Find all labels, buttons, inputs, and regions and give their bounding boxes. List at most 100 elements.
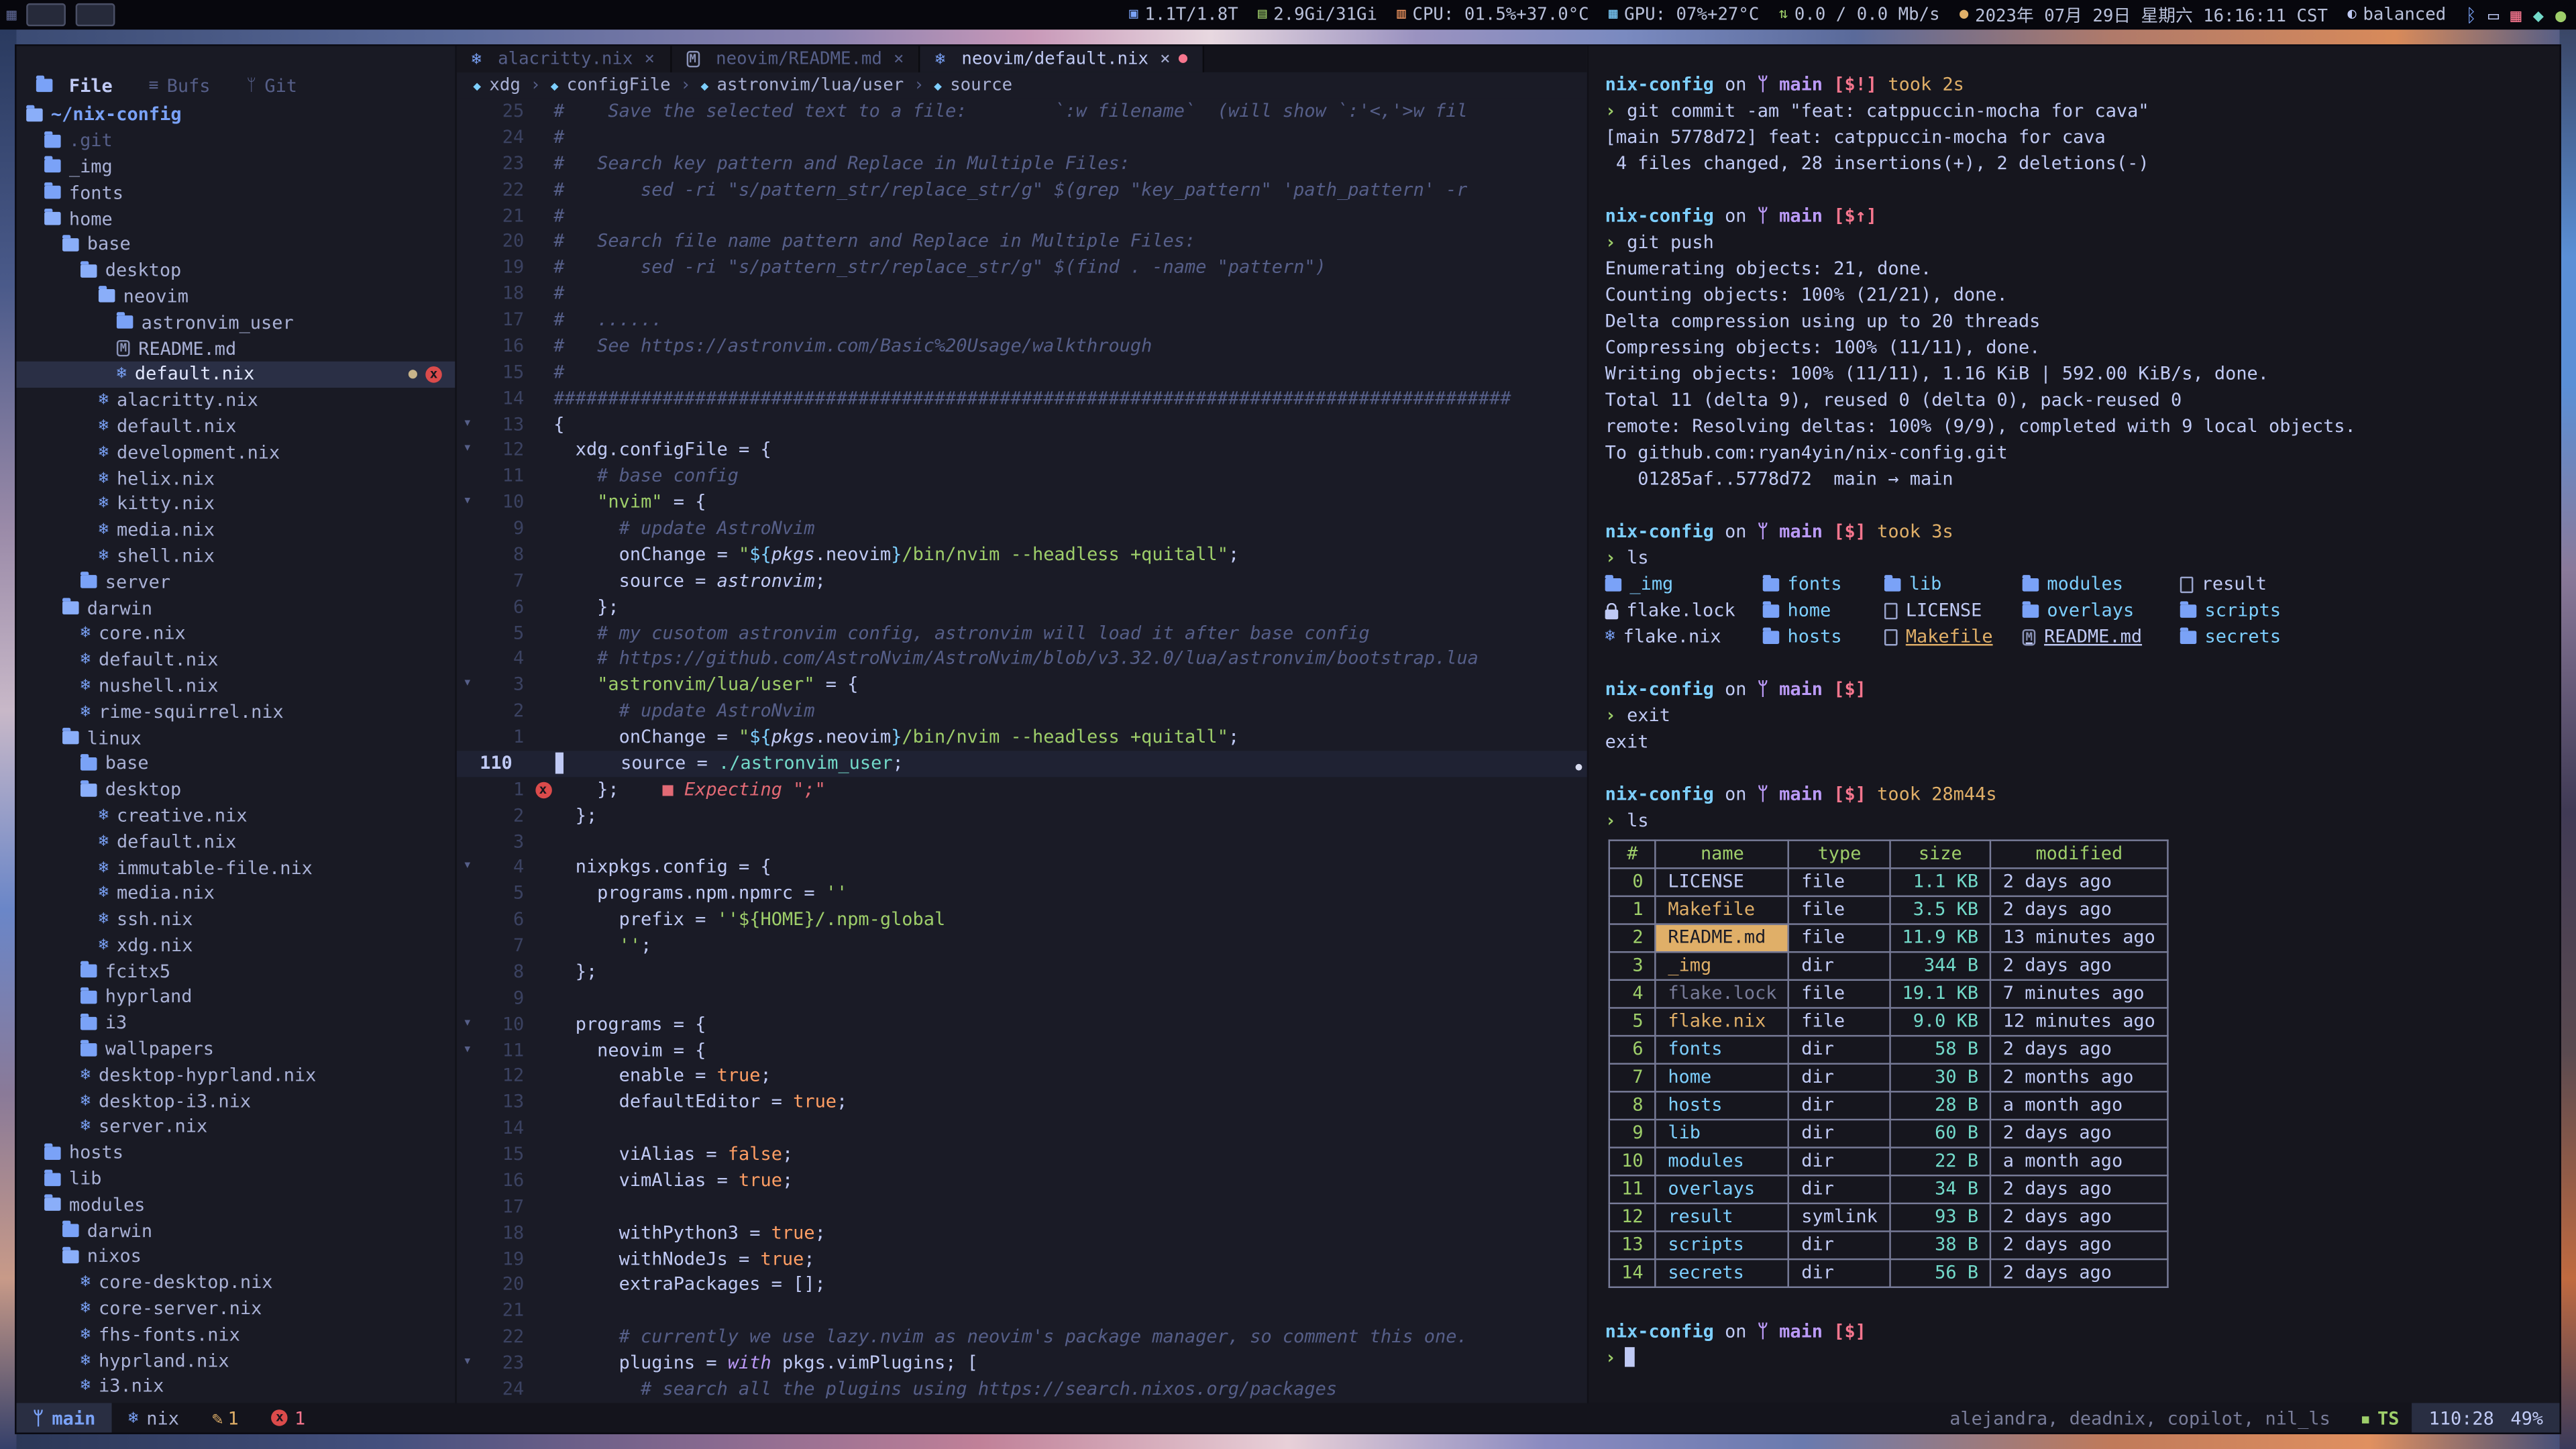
tree-item-astronvim_user[interactable]: astronvim_user [16,309,455,335]
code-line[interactable]: ▾13{ [457,411,1587,437]
terminal-pane[interactable]: nix-config on ᛘ main [$!] took 2s› git c… [1587,46,2560,1403]
code-line[interactable]: 24# [457,125,1587,151]
code-line[interactable]: 8 }; [457,959,1587,985]
tree-item-creative.nix[interactable]: ❄creative.nix [16,802,455,828]
code-line[interactable]: 3 [457,829,1587,855]
tree-item-rime-squirrel.nix[interactable]: ❄rime-squirrel.nix [16,699,455,725]
code-line[interactable]: 18# [457,281,1587,307]
code-line[interactable]: 24 # search all the plugins using https:… [457,1377,1587,1403]
tree-item-shell.nix[interactable]: ❄shell.nix [16,543,455,570]
code-line[interactable]: 6 prefix = ''${HOME}/.npm-global [457,907,1587,933]
code-line[interactable]: 110 source = ./astronvim_user; [457,751,1587,777]
session-icon[interactable]: ● [2555,4,2566,25]
tree-item-default.nix[interactable]: ❄default.nix●x [16,362,455,388]
code-line[interactable]: 22# sed -ri "s/pattern_str/replace_str/g… [457,177,1587,203]
code-line[interactable]: 20# Search file name pattern and Replace… [457,229,1587,255]
tree-item-home[interactable]: home [16,206,455,232]
code-line[interactable]: 14######################################… [457,386,1587,412]
tree-item-hyprland[interactable]: hyprland [16,984,455,1010]
statusline-errors[interactable]: x1 [255,1403,321,1432]
code-line[interactable]: ▾12 xdg.configFile = { [457,437,1587,464]
tree-item-core-desktop.nix[interactable]: ❄core-desktop.nix [16,1270,455,1296]
tab-git[interactable]: ᛘGit [246,74,297,96]
tree-item-i3.nix[interactable]: ❄i3.nix [16,1373,455,1399]
code-line[interactable]: 4 # https://github.com/AstroNvim/AstroNv… [457,646,1587,672]
tree-item-fcitx5[interactable]: fcitx5 [16,958,455,984]
tree-item-lib[interactable]: lib [16,1166,455,1192]
tree-item-linux[interactable]: linux [16,724,455,751]
breadcrumb-item-configFile[interactable]: ◆configFile [551,76,671,95]
tree-item-nixos[interactable]: nixos [16,1244,455,1270]
tree-item-README.md[interactable]: MREADME.md [16,335,455,362]
code-area[interactable]: 25# Save the selected text to a file: `:… [457,99,1587,1403]
statusline-warnings[interactable]: ✎1 [195,1403,255,1432]
code-line[interactable]: 5 programs.npm.npmrc = '' [457,881,1587,907]
close-tab-icon[interactable]: × [645,49,655,68]
tree-item-base[interactable]: base [16,751,455,777]
code-line[interactable]: 2 # update AstroNvim [457,698,1587,724]
code-line[interactable]: 2 }; [457,803,1587,829]
breadcrumb-item-xdg[interactable]: ◆xdg [473,76,521,95]
tree-item-fonts[interactable]: fonts [16,180,455,206]
code-line[interactable]: 25# Save the selected text to a file: `:… [457,99,1587,125]
tree-item-server.nix[interactable]: ❄server.nix [16,1114,455,1140]
tree-item-_img[interactable]: _img [16,154,455,180]
code-line[interactable]: 5 # my cusotom astronvim config, astronv… [457,620,1587,646]
code-line[interactable]: 9 [457,985,1587,1012]
code-line[interactable]: 15 viAlias = false; [457,1142,1587,1168]
tree-item-desktop[interactable]: desktop [16,258,455,284]
tree-item-desktop-i3.nix[interactable]: ❄desktop-i3.nix [16,1088,455,1114]
code-line[interactable]: 16 vimAlias = true; [457,1168,1587,1194]
tree-item-fhs-fonts.nix[interactable]: ❄fhs-fonts.nix [16,1322,455,1348]
breadcrumb-item-astronvim/lua/user[interactable]: ◆astronvim/lua/user [700,76,904,95]
tree-item-darwin[interactable]: darwin [16,1218,455,1244]
tree-item-immutable-file.nix[interactable]: ❄immutable-file.nix [16,855,455,881]
code-line[interactable]: 22 # currently we use lazy.nvim as neovi… [457,1324,1587,1350]
tree-item-alacritty.nix[interactable]: ❄alacritty.nix [16,387,455,413]
code-line[interactable]: 21 [457,1298,1587,1324]
tree-item-server[interactable]: server [16,569,455,595]
code-line[interactable]: ▾10 programs = { [457,1012,1587,1038]
editor-tab-alacritty.nix[interactable]: ❄alacritty.nix× [457,46,672,72]
code-line[interactable]: 15# [457,360,1587,386]
code-line[interactable]: 18 withPython3 = true; [457,1220,1587,1246]
bluetooth-icon[interactable]: ᛒ [2466,4,2477,25]
code-line[interactable]: 21# [457,203,1587,229]
close-tab-icon[interactable]: × [894,49,904,68]
tree-item-~/nix-config[interactable]: ~/nix-config [16,102,455,128]
breadcrumb-item-source[interactable]: ◆source [934,76,1012,95]
code-line[interactable]: 12 enable = true; [457,1063,1587,1089]
tree-item-hosts[interactable]: hosts [16,1140,455,1166]
chat-icon[interactable]: ◆ [2533,4,2544,25]
code-line[interactable]: 7 source = astronvim; [457,568,1587,594]
code-line[interactable]: 23# Search key pattern and Replace in Mu… [457,151,1587,177]
tree-item-kitty.nix[interactable]: ❄kitty.nix [16,491,455,517]
tree-item-media.nix[interactable]: ❄media.nix [16,880,455,906]
code-line[interactable]: 19# sed -ri "s/pattern_str/replace_str/g… [457,255,1587,281]
code-line[interactable]: 14 [457,1116,1587,1142]
code-line[interactable]: 11 # base config [457,464,1587,490]
tree-item-desktop-hyprland.nix[interactable]: ❄desktop-hyprland.nix [16,1062,455,1088]
code-line[interactable]: 17# ...... [457,307,1587,333]
code-line[interactable]: 9 # update AstroNvim [457,516,1587,542]
tree-item-helix.nix[interactable]: ❄helix.nix [16,465,455,491]
tree-item-i3[interactable]: i3 [16,1010,455,1036]
code-line[interactable]: 17 [457,1194,1587,1220]
tree-item-nushell.nix[interactable]: ❄nushell.nix [16,673,455,699]
tree-item-development.nix[interactable]: ❄development.nix [16,439,455,466]
tree-item-core-server.nix[interactable]: ❄core-server.nix [16,1295,455,1322]
code-line[interactable]: 1x }; ■ Expecting ";" [457,777,1587,803]
editor-tab-neovim/README.md[interactable]: Mneovim/README.md× [672,46,921,72]
tree-item-desktop[interactable]: desktop [16,777,455,803]
code-line[interactable]: 8 onChange = "${pkgs.neovim}/bin/nvim --… [457,542,1587,568]
code-line[interactable]: ▾11 neovim = { [457,1038,1587,1064]
tree-item-default.nix[interactable]: ❄default.nix [16,828,455,855]
window-preview[interactable] [26,3,66,26]
file-explorer[interactable]: File ≡Bufs ᛘGit ~/nix-config.git_imgfont… [16,46,456,1403]
statusline-branch[interactable]: ᛘmain [16,1403,111,1432]
workspace-grid-icon[interactable]: ▦ [7,6,17,24]
code-line[interactable]: 1 onChange = "${pkgs.neovim}/bin/nvim --… [457,724,1587,751]
code-line[interactable]: 6 }; [457,594,1587,621]
power-profile-module[interactable]: ◐balanced [2347,5,2446,24]
app-grid-icon[interactable]: ▦ [2510,4,2521,25]
